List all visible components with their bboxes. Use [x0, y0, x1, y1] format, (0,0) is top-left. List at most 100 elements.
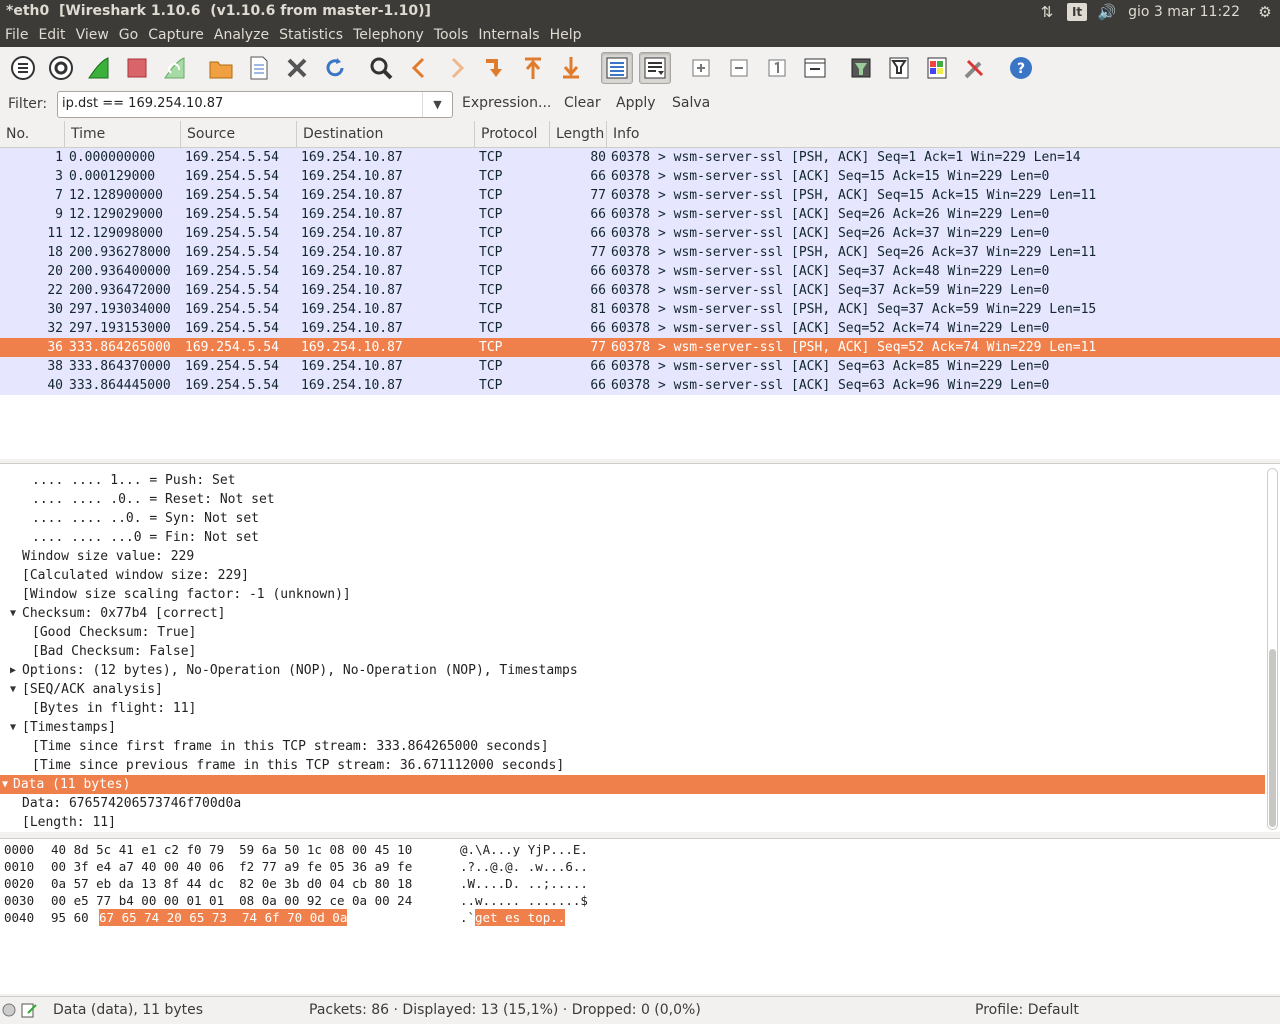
keyboard-layout-indicator[interactable]: It [1065, 0, 1089, 24]
detail-tree-row[interactable]: [Bytes in flight: 11] [0, 699, 1265, 718]
stop-capture-button[interactable] [121, 52, 153, 84]
go-first-packet-button[interactable] [517, 52, 549, 84]
packet-row[interactable]: 30 297.193034000 169.254.5.54 169.254.10.87… [0, 300, 1280, 319]
menu-help[interactable]: Help [545, 24, 587, 47]
clear-filter-button[interactable]: Clear [564, 95, 601, 111]
menu-analyze[interactable]: Analyze [209, 24, 274, 47]
detail-tree-row[interactable]: ▶ Options: (12 bytes), No-Operation (NOP)… [0, 661, 1265, 680]
close-file-button[interactable] [281, 52, 313, 84]
bytes-offset[interactable]: 0010 [4, 858, 34, 875]
detail-tree-row[interactable]: .... .... ...0 = Fin: Not set [0, 528, 1265, 547]
bytes-hex[interactable]: 00 e5 77 b4 00 00 01 01 08 0a 00 92 ce 0… [51, 892, 412, 909]
expression-button[interactable]: Expression... [462, 95, 551, 111]
bytes-offset[interactable]: 0030 [4, 892, 34, 909]
menu-statistics[interactable]: Statistics [274, 24, 348, 47]
detail-tree-row[interactable]: .... .... ..0. = Syn: Not set [0, 509, 1265, 528]
detail-tree-row[interactable]: ▼ [Timestamps] [0, 718, 1265, 737]
apply-filter-button[interactable]: Apply [616, 95, 656, 111]
expert-info-icon[interactable] [2, 1003, 16, 1021]
bytes-ascii-highlighted[interactable]: get es top.. [475, 909, 566, 926]
bytes-hex[interactable]: 00 3f e4 a7 40 00 40 06 f2 77 a9 fe 05 3… [51, 858, 412, 875]
packet-row[interactable]: 38 333.864370000 169.254.5.54 169.254.10.87… [0, 357, 1280, 376]
expander-right-icon[interactable]: ▶ [10, 661, 16, 680]
preferences-button[interactable] [959, 52, 991, 84]
packet-row[interactable]: 18 200.936278000 169.254.5.54 169.254.10.87… [0, 243, 1280, 262]
normal-size-button[interactable] [761, 52, 793, 84]
filter-text[interactable]: ip.dst == 169.254.10.87 [62, 96, 223, 111]
edit-comment-icon[interactable] [20, 1001, 38, 1023]
detail-tree-row[interactable]: ▼ Data (11 bytes) [0, 775, 1265, 794]
restart-capture-button[interactable] [159, 52, 191, 84]
menu-go[interactable]: Go [114, 24, 143, 47]
bytes-ascii[interactable]: .` [460, 909, 475, 926]
capture-filters-button[interactable] [845, 52, 877, 84]
detail-tree-row[interactable]: [Length: 11] [0, 813, 1265, 832]
menu-view[interactable]: View [71, 24, 114, 47]
menu-file[interactable]: File [0, 24, 33, 47]
bytes-ascii[interactable]: ..w..... .......$ [460, 892, 588, 909]
save-file-button[interactable] [243, 52, 275, 84]
bytes-hex[interactable]: 0a 57 eb da 13 8f 44 dc 82 0e 3b d0 04 c… [51, 875, 412, 892]
detail-tree-row[interactable]: [Calculated window size: 229] [0, 566, 1265, 585]
packet-row[interactable]: 11 12.129098000 169.254.5.54 169.254.10.87 T… [0, 224, 1280, 243]
menu-internals[interactable]: Internals [473, 24, 544, 47]
packet-row[interactable]: 36 333.864265000 169.254.5.54 169.254.10.87… [0, 338, 1280, 357]
detail-tree-row[interactable]: [Good Checksum: True] [0, 623, 1265, 642]
column-header-protocol[interactable]: Protocol [475, 121, 550, 148]
column-header-time[interactable]: Time [65, 121, 181, 148]
menu-telephony[interactable]: Telephony [348, 24, 429, 47]
gear-icon[interactable]: ⚙ [1253, 0, 1277, 24]
help-button[interactable]: ? [1005, 52, 1037, 84]
packet-bytes-pane[interactable]: 0000 40 8d 5c 41 e1 c2 f0 79 59 6a 50 1c … [0, 838, 1280, 994]
bytes-ascii[interactable]: @.\A...y YjP...E. [460, 841, 588, 858]
column-header-destination[interactable]: Destination [297, 121, 475, 148]
detail-tree-row[interactable]: [Time since previous frame in this TCP s… [0, 756, 1265, 775]
go-last-packet-button[interactable] [555, 52, 587, 84]
detail-tree-row[interactable]: .... .... .0.. = Reset: Not set [0, 490, 1265, 509]
go-back-button[interactable] [403, 52, 435, 84]
network-arrows-icon[interactable]: ⇅ [1035, 0, 1059, 24]
bytes-offset[interactable]: 0000 [4, 841, 34, 858]
column-header-no[interactable]: No. [0, 121, 65, 148]
bytes-hex[interactable]: 40 8d 5c 41 e1 c2 f0 79 59 6a 50 1c 08 0… [51, 841, 412, 858]
auto-scroll-button[interactable] [639, 52, 671, 84]
menu-capture[interactable]: Capture [143, 24, 209, 47]
colorize-button[interactable] [601, 52, 633, 84]
reload-button[interactable] [319, 52, 351, 84]
packet-list[interactable]: No. Time Source Destination Protocol Len… [0, 121, 1280, 459]
detail-tree-row[interactable]: [Window size scaling factor: -1 (unknown… [0, 585, 1265, 604]
chevron-down-icon[interactable]: ▼ [422, 92, 452, 117]
interfaces-list-button[interactable] [7, 52, 39, 84]
packet-details-pane[interactable]: .... .... 1... = Push: Set .... .... .0..… [0, 463, 1280, 832]
expander-down-icon[interactable]: ▼ [2, 775, 8, 794]
find-packet-button[interactable] [365, 52, 397, 84]
menu-tools[interactable]: Tools [429, 24, 474, 47]
go-to-packet-button[interactable] [479, 52, 511, 84]
packet-row[interactable]: 3 0.000129000 169.254.5.54 169.254.10.87 TCP… [0, 167, 1280, 186]
go-forward-button[interactable] [441, 52, 473, 84]
detail-tree-row[interactable]: Data: 676574206573746f700d0a [0, 794, 1265, 813]
packet-row[interactable]: 1 0.000000000 169.254.5.54 169.254.10.87 TCP… [0, 148, 1280, 167]
detail-tree-row[interactable]: ▼ Checksum: 0x77b4 [correct] [0, 604, 1265, 623]
display-filter-input[interactable]: ip.dst == 169.254.10.87 ▼ [57, 91, 453, 118]
details-scrollbar-thumb[interactable] [1269, 649, 1276, 827]
detail-tree-row[interactable]: .... .... 1... = Push: Set [0, 471, 1265, 490]
bytes-ascii[interactable]: .W....D. ..;..... [460, 875, 588, 892]
open-file-button[interactable] [205, 52, 237, 84]
display-filters-button[interactable] [883, 52, 915, 84]
detail-tree-row[interactable]: ▼ [SEQ/ACK analysis] [0, 680, 1265, 699]
expander-down-icon[interactable]: ▼ [10, 718, 16, 737]
volume-icon[interactable]: 🔊 [1095, 0, 1119, 24]
detail-tree-row[interactable]: [Time since first frame in this TCP stre… [0, 737, 1265, 756]
packet-row[interactable]: 32 297.193153000 169.254.5.54 169.254.10.87… [0, 319, 1280, 338]
column-header-source[interactable]: Source [181, 121, 297, 148]
bytes-offset[interactable]: 0040 [4, 909, 34, 926]
expander-down-icon[interactable]: ▼ [10, 680, 16, 699]
menu-edit[interactable]: Edit [33, 24, 70, 47]
packet-row[interactable]: 22 200.936472000 169.254.5.54 169.254.10.87… [0, 281, 1280, 300]
details-scrollbar[interactable] [1267, 468, 1278, 830]
status-profile[interactable]: Profile: Default [975, 1002, 1079, 1018]
bytes-offset[interactable]: 0020 [4, 875, 34, 892]
detail-tree-row[interactable]: [Bad Checksum: False] [0, 642, 1265, 661]
zoom-out-button[interactable] [723, 52, 755, 84]
